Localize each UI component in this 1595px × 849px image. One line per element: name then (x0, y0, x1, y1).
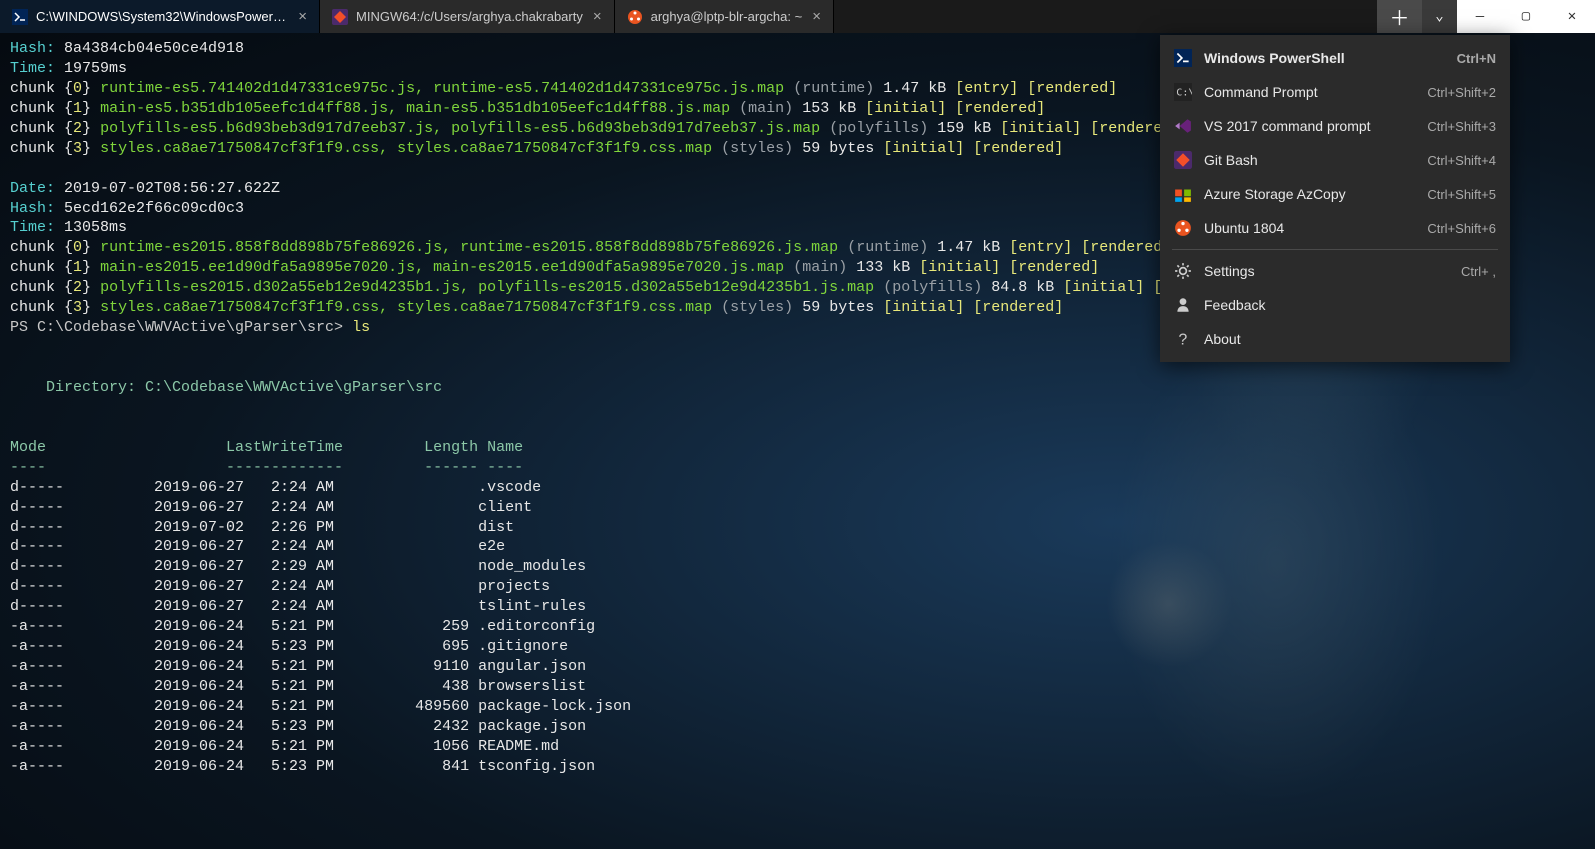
azure-icon (1174, 185, 1192, 203)
git-icon (332, 9, 348, 25)
menu-shortcut: Ctrl+N (1457, 51, 1496, 66)
menu-label: Command Prompt (1204, 84, 1427, 100)
tab-0[interactable]: C:\WINDOWS\System32\WindowsPowerShell\v1… (0, 0, 320, 33)
close-icon[interactable]: × (812, 8, 821, 25)
tab-dropdown-button[interactable]: ⌄ (1422, 0, 1457, 33)
menu-shortcut: Ctrl+ , (1461, 264, 1496, 279)
menu-item-profile-4[interactable]: Azure Storage AzCopyCtrl+Shift+5 (1160, 177, 1510, 211)
tab-label: MINGW64:/c/Users/arghya.chakrabarty (356, 9, 583, 24)
menu-label: About (1204, 331, 1496, 347)
titlebar: C:\WINDOWS\System32\WindowsPowerShell\v1… (0, 0, 1595, 33)
help-icon: ? (1174, 330, 1192, 348)
menu-label: Azure Storage AzCopy (1204, 186, 1427, 202)
cmd-icon: C:\ (1174, 83, 1192, 101)
tab-2[interactable]: arghya@lptp-blr-argcha: ~ × (615, 0, 834, 33)
feedback-icon (1174, 296, 1192, 314)
menu-separator (1172, 249, 1498, 250)
close-icon[interactable]: × (298, 8, 307, 25)
menu-item-profile-2[interactable]: VS 2017 command promptCtrl+Shift+3 (1160, 109, 1510, 143)
powershell-icon (12, 9, 28, 25)
menu-shortcut: Ctrl+Shift+2 (1427, 85, 1496, 100)
menu-shortcut: Ctrl+Shift+3 (1427, 119, 1496, 134)
menu-item-profile-1[interactable]: C:\ Command PromptCtrl+Shift+2 (1160, 75, 1510, 109)
minimize-button[interactable]: — (1457, 0, 1503, 33)
menu-item-profile-3[interactable]: Git BashCtrl+Shift+4 (1160, 143, 1510, 177)
menu-item-footer-2[interactable]: ? About (1160, 322, 1510, 356)
close-button[interactable]: ✕ (1549, 0, 1595, 33)
git-icon (1174, 151, 1192, 169)
menu-label: Feedback (1204, 297, 1496, 313)
new-tab-button[interactable]: ＋ (1377, 0, 1422, 33)
powershell-icon (1174, 49, 1192, 67)
svg-text:C:\: C:\ (1176, 87, 1192, 98)
profile-dropdown-menu: Windows PowerShellCtrl+N C:\ Command Promp… (1160, 35, 1510, 362)
menu-shortcut: Ctrl+Shift+6 (1427, 221, 1496, 236)
menu-shortcut: Ctrl+Shift+4 (1427, 153, 1496, 168)
ubuntu-icon (627, 9, 643, 25)
maximize-button[interactable]: ▢ (1503, 0, 1549, 33)
vs-icon (1174, 117, 1192, 135)
menu-label: VS 2017 command prompt (1204, 118, 1427, 134)
menu-shortcut: Ctrl+Shift+5 (1427, 187, 1496, 202)
gear-icon (1174, 262, 1192, 280)
tab-label: arghya@lptp-blr-argcha: ~ (651, 9, 803, 24)
menu-label: Git Bash (1204, 152, 1427, 168)
ubuntu-icon (1174, 219, 1192, 237)
menu-label: Windows PowerShell (1204, 50, 1457, 66)
menu-label: Ubuntu 1804 (1204, 220, 1427, 236)
tab-label: C:\WINDOWS\System32\WindowsPowerShell\v1… (36, 9, 288, 24)
menu-item-profile-5[interactable]: Ubuntu 1804Ctrl+Shift+6 (1160, 211, 1510, 245)
window-controls: — ▢ ✕ (1457, 0, 1595, 33)
tab-strip: C:\WINDOWS\System32\WindowsPowerShell\v1… (0, 0, 1377, 33)
close-icon[interactable]: × (593, 8, 602, 25)
menu-item-profile-0[interactable]: Windows PowerShellCtrl+N (1160, 41, 1510, 75)
menu-label: Settings (1204, 263, 1461, 279)
svg-text:?: ? (1179, 332, 1188, 348)
menu-item-footer-0[interactable]: SettingsCtrl+ , (1160, 254, 1510, 288)
menu-item-footer-1[interactable]: Feedback (1160, 288, 1510, 322)
tab-1[interactable]: MINGW64:/c/Users/arghya.chakrabarty × (320, 0, 615, 33)
